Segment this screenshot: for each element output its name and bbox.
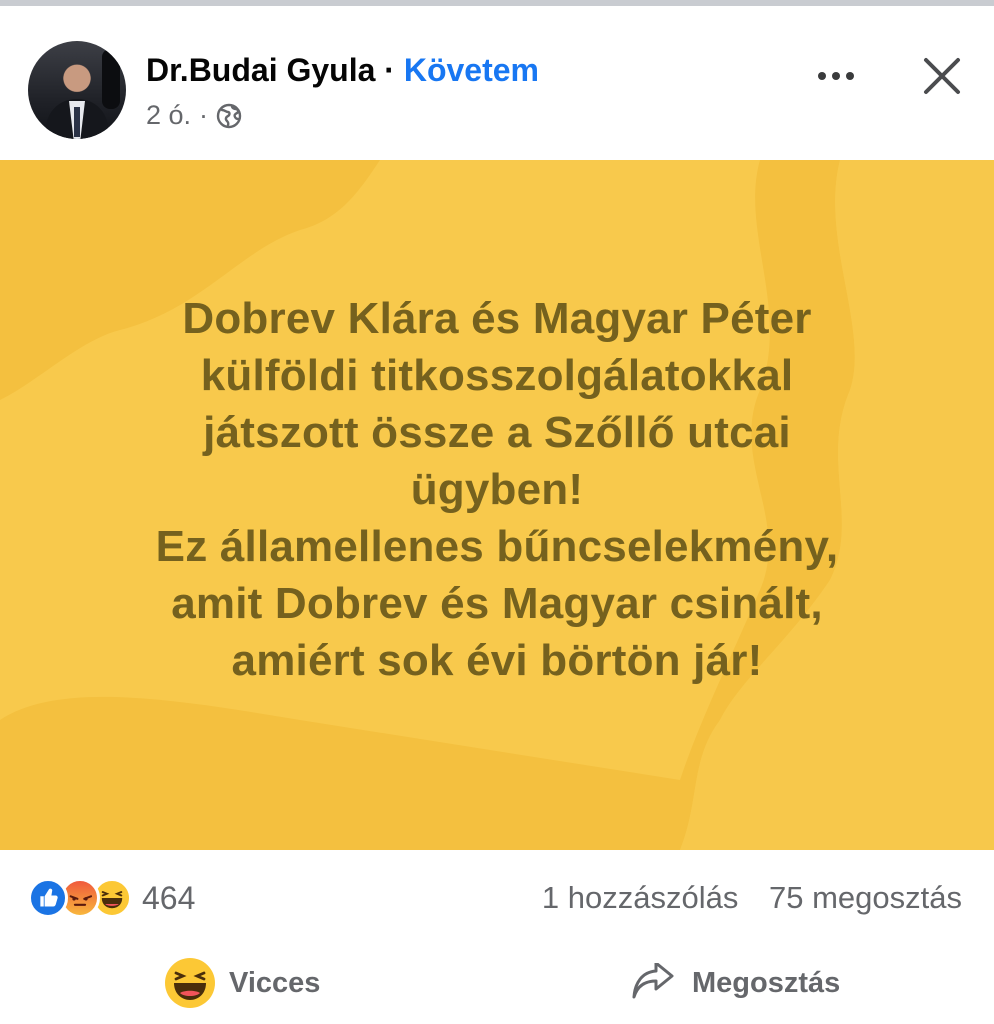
more-dots-icon xyxy=(818,72,826,80)
post-time[interactable]: 2 ó. xyxy=(146,100,191,131)
author-line: Dr.Budai Gyula · Követem xyxy=(146,52,539,89)
comments-count-link[interactable]: 1 hozzászólás xyxy=(542,880,738,915)
author-avatar[interactable] xyxy=(28,41,126,139)
post-meta: 2 ó. · xyxy=(146,100,242,131)
reactions-summary[interactable]: 464 xyxy=(28,878,195,918)
reaction-label: Vicces xyxy=(229,966,321,999)
engagement-counts: 1 hozzászólás 75 megosztás xyxy=(542,880,962,916)
name-separator: · xyxy=(384,52,395,88)
close-icon[interactable] xyxy=(916,50,968,102)
post-actions: Vicces Megosztás xyxy=(0,945,994,1024)
share-label: Megosztás xyxy=(692,966,841,999)
post-stats: 464 1 hozzászólás 75 megosztás xyxy=(0,850,994,945)
share-button[interactable]: Megosztás xyxy=(630,953,840,1013)
more-options-button[interactable] xyxy=(808,56,864,96)
globe-icon xyxy=(216,103,242,128)
author-name[interactable]: Dr.Budai Gyula xyxy=(146,52,375,88)
top-divider xyxy=(0,0,994,10)
shares-count-link[interactable]: 75 megosztás xyxy=(769,880,962,915)
reaction-button[interactable]: Vicces xyxy=(165,953,320,1013)
post-header: Dr.Budai Gyula · Követem 2 ó. · xyxy=(0,10,994,160)
follow-button[interactable]: Követem xyxy=(404,52,539,88)
post-text: Dobrev Klára és Magyar Péter külföldi ti… xyxy=(155,294,839,685)
share-arrow-icon xyxy=(632,963,674,999)
meta-separator: · xyxy=(199,100,209,130)
like-reaction-icon xyxy=(28,878,68,918)
post-background-card[interactable]: Dobrev Klára és Magyar Péter külföldi ti… xyxy=(0,160,994,850)
reaction-count: 464 xyxy=(142,879,196,916)
haha-icon xyxy=(165,958,215,1008)
